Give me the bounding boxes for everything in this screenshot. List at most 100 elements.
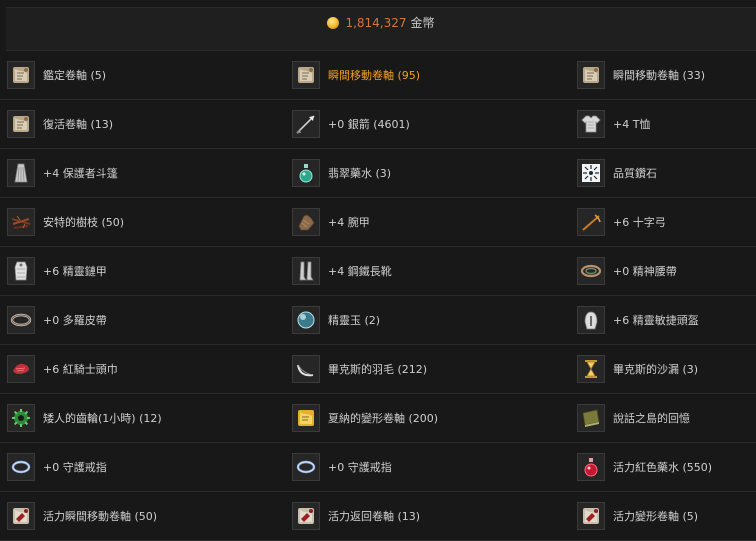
inventory-row: 復活卷軸 (13) +0 銀箭 (4601) +4 T恤 <box>0 99 756 149</box>
orb-icon <box>292 305 320 334</box>
scroll-icon <box>7 60 35 89</box>
inventory-item[interactable]: +0 精神腰帶 <box>577 246 756 295</box>
item-label: 安特的樹枝 (50) <box>43 215 125 229</box>
item-label: +4 鋼鐵長靴 <box>328 264 392 278</box>
red-potion-icon <box>577 452 605 481</box>
item-label: +0 守護戒指 <box>328 460 392 474</box>
item-label: 矮人的齒輪(1小時) (12) <box>43 411 162 425</box>
inventory-item[interactable]: +0 守護戒指 <box>7 442 287 491</box>
item-label: 精靈玉 (2) <box>328 313 381 327</box>
scroll-icon <box>7 109 35 138</box>
green-potion-icon <box>292 158 320 187</box>
red-bandana-icon <box>7 354 35 383</box>
currency-bar: 1,814,327 金幣 <box>6 7 756 51</box>
item-label: +6 十字弓 <box>613 215 666 229</box>
scroll-icon <box>292 60 320 89</box>
inventory-item[interactable]: +6 十字弓 <box>577 197 756 246</box>
item-label: 翡翠藥水 (3) <box>328 166 392 180</box>
item-label: 鑑定卷軸 (5) <box>43 68 107 82</box>
inventory-row: +6 紅騎士頭巾 畢克斯的羽毛 (212) 畢克斯的沙漏 (3) <box>0 344 756 394</box>
inventory-item[interactable]: 翡翠藥水 (3) <box>292 148 572 197</box>
ring-icon <box>7 452 35 481</box>
item-label: 品質鑽石 <box>613 166 657 180</box>
inventory-row: 活力瞬間移動卷軸 (50) 活力返回卷軸 (13) 活力變形卷軸 (5) <box>0 491 756 541</box>
inventory-row: 安特的樹枝 (50) +4 腕甲 +6 十字弓 <box>0 197 756 247</box>
tshirt-icon <box>577 109 605 138</box>
inventory-item[interactable]: 畢克斯的羽毛 (212) <box>292 344 572 393</box>
inventory-item[interactable]: 矮人的齒輪(1小時) (12) <box>7 393 287 442</box>
ring-icon <box>292 452 320 481</box>
gold-coin-icon <box>327 16 340 29</box>
belt-icon <box>577 256 605 285</box>
scroll-red-icon <box>577 501 605 530</box>
item-label: 活力變形卷軸 (5) <box>613 509 699 523</box>
item-label: +6 紅騎士頭巾 <box>43 362 118 376</box>
chainmail-icon <box>7 256 35 285</box>
item-label: +4 腕甲 <box>328 215 370 229</box>
inventory-item[interactable]: +6 精靈鏈甲 <box>7 246 287 295</box>
gold-unit: 金幣 <box>410 16 435 30</box>
silver-arrow-icon <box>292 109 320 138</box>
scroll-icon <box>577 60 605 89</box>
inventory-item[interactable]: +6 精靈敏捷頭盔 <box>577 295 756 344</box>
cloak-icon <box>7 158 35 187</box>
inventory-item[interactable]: 精靈玉 (2) <box>292 295 572 344</box>
inventory-row: +0 守護戒指 +0 守護戒指 活力紅色藥水 (550) <box>0 442 756 492</box>
book-icon <box>577 403 605 432</box>
item-label: +0 銀箭 (4601) <box>328 117 410 131</box>
gold-amount: 1,814,327 <box>345 15 407 30</box>
inventory-item[interactable]: +0 多羅皮帶 <box>7 295 287 344</box>
inventory-item[interactable]: 品質鑽石 <box>577 148 756 197</box>
item-label: +6 精靈鏈甲 <box>43 264 107 278</box>
inventory-item[interactable]: 復活卷軸 (13) <box>7 99 287 148</box>
inventory-item[interactable]: +6 紅騎士頭巾 <box>7 344 287 393</box>
helmet-icon <box>577 305 605 334</box>
inventory-item[interactable]: 鑑定卷軸 (5) <box>7 50 287 99</box>
item-label: 活力返回卷軸 (13) <box>328 509 421 523</box>
gauntlet-icon <box>292 207 320 236</box>
gold-scroll-icon <box>292 403 320 432</box>
currency-display: 1,814,327 金幣 <box>6 14 756 31</box>
item-label: +0 精神腰帶 <box>613 264 677 278</box>
item-label: +4 保護者斗篷 <box>43 166 118 180</box>
inventory-row: +6 精靈鏈甲 +4 鋼鐵長靴 +0 精神腰帶 <box>0 246 756 296</box>
inventory-item[interactable]: 畢克斯的沙漏 (3) <box>577 344 756 393</box>
item-label: +0 守護戒指 <box>43 460 107 474</box>
inventory-item[interactable]: 瞬間移動卷軸 (95) <box>292 50 572 99</box>
item-label: +4 T恤 <box>613 117 651 131</box>
scroll-red-icon <box>7 501 35 530</box>
item-label: +0 多羅皮帶 <box>43 313 107 327</box>
inventory-row: +0 多羅皮帶 精靈玉 (2) +6 精靈敏捷頭盔 <box>0 295 756 345</box>
feather-icon <box>292 354 320 383</box>
crossbow-icon <box>577 207 605 236</box>
inventory-item[interactable]: +4 保護者斗篷 <box>7 148 287 197</box>
inventory-item[interactable]: 活力瞬間移動卷軸 (50) <box>7 491 287 540</box>
inventory-item[interactable]: +0 守護戒指 <box>292 442 572 491</box>
item-label: +6 精靈敏捷頭盔 <box>613 313 699 327</box>
inventory-item[interactable]: +0 銀箭 (4601) <box>292 99 572 148</box>
inventory-row: 矮人的齒輪(1小時) (12) 夏納的變形卷軸 (200) 說話之島的回憶 <box>0 393 756 443</box>
branch-icon <box>7 207 35 236</box>
inventory-item[interactable]: +4 鋼鐵長靴 <box>292 246 572 295</box>
inventory-item[interactable]: 活力返回卷軸 (13) <box>292 491 572 540</box>
inventory-item[interactable]: 安特的樹枝 (50) <box>7 197 287 246</box>
gear-icon <box>7 403 35 432</box>
item-label: 復活卷軸 (13) <box>43 117 114 131</box>
inventory-item[interactable]: 夏納的變形卷軸 (200) <box>292 393 572 442</box>
inventory-row: 鑑定卷軸 (5) 瞬間移動卷軸 (95) 瞬間移動卷軸 (33) <box>0 50 756 100</box>
boots-icon <box>292 256 320 285</box>
item-label: 說話之島的回憶 <box>613 411 690 425</box>
item-label: 活力瞬間移動卷軸 (50) <box>43 509 158 523</box>
inventory-item[interactable]: 活力紅色藥水 (550) <box>577 442 756 491</box>
inventory-item[interactable]: +4 腕甲 <box>292 197 572 246</box>
scroll-red-icon <box>292 501 320 530</box>
inventory-item[interactable]: 說話之島的回憶 <box>577 393 756 442</box>
item-label: 畢克斯的沙漏 (3) <box>613 362 699 376</box>
inventory-item[interactable]: +4 T恤 <box>577 99 756 148</box>
item-label: 瞬間移動卷軸 (33) <box>613 68 706 82</box>
item-label: 畢克斯的羽毛 (212) <box>328 362 428 376</box>
inventory-item[interactable]: 瞬間移動卷軸 (33) <box>577 50 756 99</box>
hourglass-icon <box>577 354 605 383</box>
item-label: 瞬間移動卷軸 (95) <box>328 68 421 82</box>
inventory-item[interactable]: 活力變形卷軸 (5) <box>577 491 756 540</box>
